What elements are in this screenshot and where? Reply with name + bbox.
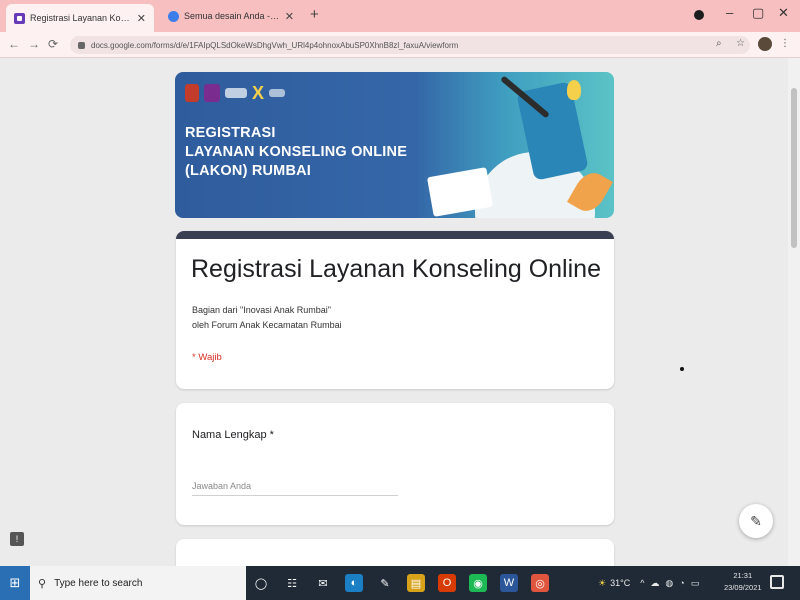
files-icon[interactable]: ▤ — [407, 574, 425, 592]
notification-icon[interactable] — [770, 575, 784, 589]
onedrive-icon[interactable]: ☁ — [650, 578, 659, 589]
tab-title: Registrasi Layanan Konseling O — [30, 13, 133, 23]
regency-emblem-logo — [185, 84, 199, 102]
pen-icon[interactable]: ✎ — [376, 574, 394, 592]
weather-icon[interactable]: ☀ — [598, 578, 606, 589]
scrollbar[interactable] — [788, 58, 800, 566]
form-header-card: Registrasi Layanan Konseling Online Bagi… — [176, 231, 614, 389]
back-icon[interactable]: ← — [8, 37, 20, 51]
address-bar[interactable]: docs.google.com/forms/d/e/1FAIpQLSdOkeWs… — [70, 36, 750, 54]
scrollbar-thumb[interactable] — [791, 88, 797, 248]
canva-icon — [168, 10, 179, 22]
form-description-line: Bagian dari "Inovasi Anak Rumbai" — [192, 305, 331, 315]
x-mark-logo: X — [252, 83, 265, 103]
taskbar-search-placeholder: Type here to search — [54, 577, 143, 589]
temperature-text[interactable]: 31°C — [610, 578, 630, 588]
google-forms-icon — [14, 12, 25, 24]
banner-headline-line: (LAKON) RUMBAI — [185, 163, 312, 179]
taskbar-search[interactable]: ⚲ Type here to search — [30, 566, 246, 600]
system-tray: ☀ 31°C ^ ☁ ◍ ◔ ▭ — [598, 566, 699, 600]
form-header-banner: X REGISTRASI LAYANAN KONSELING ONLINE (L… — [175, 72, 614, 218]
task-view-icon[interactable]: ◯ — [252, 574, 270, 592]
lightbulb-icon — [567, 80, 581, 100]
maximize-button[interactable]: ▢ — [752, 5, 764, 21]
office-icon[interactable]: O — [438, 574, 456, 592]
required-note: * Wajib — [192, 352, 222, 363]
form-accent-bar — [176, 231, 614, 239]
chevron-up-icon[interactable]: ^ — [640, 578, 644, 588]
banner-headline: REGISTRASI LAYANAN KONSELING ONLINE (LAK… — [185, 124, 407, 181]
question-card-nama-lengkap: Nama Lengkap * — [176, 403, 614, 525]
forum-anak-logo — [204, 84, 220, 102]
widgets-icon[interactable]: ☷ — [283, 574, 301, 592]
browser-toolbar: ← → ⟳ docs.google.com/forms/d/e/1FAIpQLS… — [0, 32, 800, 58]
close-window-button[interactable]: ✕ — [778, 5, 789, 21]
windows-taskbar: ⊞ ⚲ Type here to search ◯ ☷ ✉ ◐ ✎ ▤ O ◉ W ◎ ☀ 31°… — [0, 566, 800, 600]
tab-title: Semua desain Anda - Canva — [184, 11, 281, 21]
profile-indicator-icon[interactable] — [694, 10, 704, 20]
edit-button[interactable]: ✎ — [739, 504, 773, 538]
nama-lengkap-input[interactable] — [192, 476, 398, 496]
page-title: Registrasi Layanan Konseling Online — [191, 255, 601, 283]
chrome-icon[interactable]: ◎ — [531, 574, 549, 592]
zoom-icon[interactable]: ⌕ — [716, 38, 722, 49]
clock-time: 21:31 — [733, 571, 753, 580]
new-tab-button[interactable]: + — [310, 6, 319, 23]
volume-icon[interactable]: ◔ — [679, 578, 684, 588]
question-label: Nama Lengkap * — [192, 429, 274, 441]
tab-close-icon[interactable]: ✕ — [285, 10, 294, 23]
url-text: docs.google.com/forms/d/e/1FAIpQLSdOkeWs… — [91, 40, 459, 50]
tab-close-icon[interactable]: ✕ — [137, 12, 146, 25]
pencil-icon: ✎ — [750, 512, 762, 529]
institution-logo — [225, 88, 247, 98]
clock[interactable]: 21:31 23/09/2021 — [724, 570, 762, 594]
reload-icon[interactable]: ⟳ — [48, 37, 58, 51]
tab-canva[interactable]: Semua desain Anda - Canva ✕ — [160, 4, 302, 28]
edge-icon[interactable]: ◐ — [345, 574, 363, 592]
banner-headline-line: REGISTRASI — [185, 125, 276, 141]
lock-icon — [78, 41, 85, 49]
avatar[interactable] — [758, 37, 772, 51]
start-button[interactable]: ⊞ — [0, 566, 30, 600]
clock-date: 23/09/2021 — [724, 583, 762, 592]
banner-headline-line: LAYANAN KONSELING ONLINE — [185, 144, 408, 160]
mail-icon[interactable]: ✉ — [314, 574, 332, 592]
battery-icon[interactable]: ▭ — [691, 578, 700, 589]
forward-icon[interactable]: → — [28, 37, 40, 51]
form-description-line: oleh Forum Anak Kecamatan Rumbai — [192, 320, 342, 330]
spotify-icon[interactable]: ◉ — [469, 574, 487, 592]
browser-menu-icon[interactable]: ⋮ — [780, 38, 790, 49]
report-feedback-icon[interactable]: ! — [10, 532, 24, 546]
sponsor-logos: X — [185, 83, 286, 103]
word-icon[interactable]: W — [500, 574, 518, 592]
browser-tab-strip: Registrasi Layanan Konseling O ✕ Semua d… — [0, 0, 800, 32]
mouse-cursor — [680, 367, 684, 371]
search-icon: ⚲ — [38, 577, 47, 590]
partner-logo — [269, 89, 286, 97]
tab-registrasi[interactable]: Registrasi Layanan Konseling O ✕ — [6, 4, 154, 32]
bookmark-star-icon[interactable]: ☆ — [736, 38, 745, 49]
network-icon[interactable]: ◍ — [665, 578, 673, 589]
minimize-button[interactable]: – — [726, 5, 733, 20]
